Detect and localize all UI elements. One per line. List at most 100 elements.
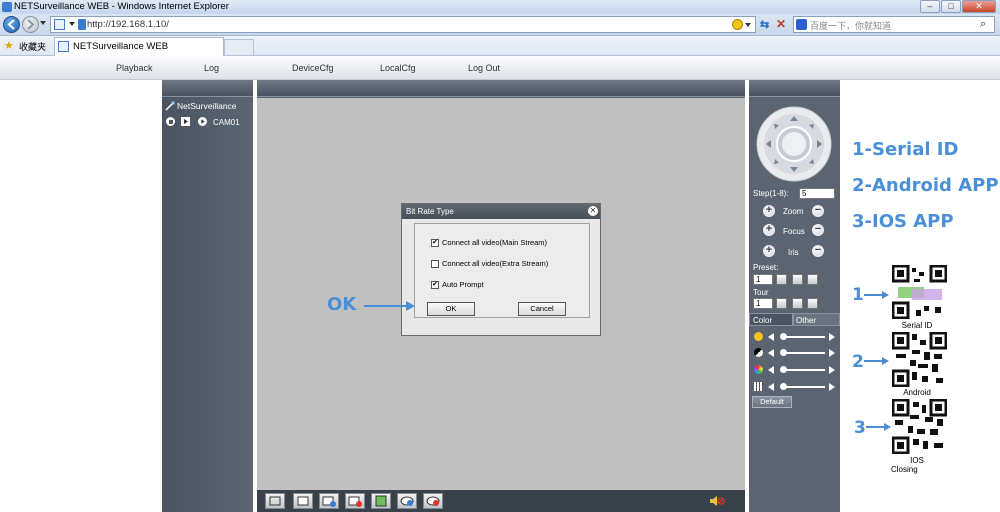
play-circle-icon[interactable] [198,117,207,126]
contrast-knob[interactable] [780,349,787,356]
address-bar[interactable]: http://192.168.1.10/ [50,16,756,33]
brightness-knob[interactable] [780,333,787,340]
iris-out-button[interactable]: − [812,245,824,257]
single-view-button[interactable] [293,493,313,509]
contrast-increase-icon[interactable] [829,349,835,357]
annotation-ios-app: 3-IOS APP [852,211,954,232]
address-toolbar: http://192.168.1.10/ ⇆ ✕ 百度一下，你就知道 ⌕ [0,14,1000,36]
device-root-label[interactable]: NetSurveillance [177,101,237,111]
hue-knob[interactable] [780,383,787,390]
cancel-button[interactable]: Cancel [518,302,566,316]
device-root-icon [165,101,175,111]
record-button[interactable] [345,493,365,509]
option-auto-prompt[interactable]: ✔ Auto Prompt [431,280,484,290]
search-input[interactable]: 百度一下，你就知道 ⌕ [793,16,995,33]
menu-localcfg[interactable]: LocalCfg [380,63,416,73]
new-tab-button[interactable] [224,39,254,55]
preset-set-button[interactable] [776,274,787,285]
tour-label: Tour [753,288,769,297]
brightness-slider[interactable] [781,336,825,338]
ok-button[interactable]: OK [427,302,475,316]
fullscreen-button[interactable] [265,493,285,509]
dialog-title: Bit Rate Type [406,207,454,216]
ptz-direction-pad[interactable] [756,106,832,182]
focus-in-button[interactable]: + [763,224,775,236]
zoom-in-button[interactable]: + [763,205,775,217]
forward-button[interactable] [22,16,39,33]
back-button[interactable] [3,16,20,33]
tour-input[interactable]: 1 [753,298,773,309]
menu-devicecfg[interactable]: DeviceCfg [292,63,334,73]
ie-logo-icon [2,2,12,12]
security-dropdown-icon[interactable] [745,23,751,27]
zoom-out-button[interactable]: − [812,205,824,217]
window-title: NETSurveillance WEB - Windows Internet E… [14,1,229,12]
hue-increase-icon[interactable] [829,383,835,391]
qr-caption-ios: IOS [910,456,924,465]
brightness-decrease-icon[interactable] [768,333,774,341]
maximize-button[interactable]: □ [941,0,961,13]
close-window-button[interactable]: ✕ [962,0,996,13]
tour-stop-button[interactable] [792,298,803,309]
option-extra-stream[interactable]: Connect all video(Extra Stream) [431,259,548,269]
favorites-star-icon[interactable]: ★ [4,39,14,52]
stop-icon[interactable]: ✕ [776,17,786,31]
checkbox-extra-stream[interactable] [431,260,439,269]
menu-logout[interactable]: Log Out [468,63,500,73]
preset-remove-button[interactable] [807,274,818,285]
address-dropdown-icon[interactable] [69,22,75,26]
preset-add-button[interactable] [792,274,803,285]
default-button[interactable]: Default [752,396,792,408]
option-main-stream[interactable]: ✔ Connect all video(Main Stream) [431,238,547,248]
tab-page-icon [58,41,69,52]
focus-out-button[interactable]: − [812,224,824,236]
quad-view-button[interactable] [319,493,339,509]
saturation-slider[interactable] [781,369,825,371]
snapshot-button[interactable] [371,493,391,509]
saturation-row [753,364,837,376]
page-icon [54,19,65,30]
camera-item[interactable]: CAM01 [213,118,240,127]
favorites-label[interactable]: 收藏夹 [19,40,46,53]
talk-button[interactable] [397,493,417,509]
stop-all-button[interactable] [423,493,443,509]
dialog-close-icon[interactable]: ✕ [588,206,598,216]
iris-in-button[interactable]: + [763,245,775,257]
refresh-icon[interactable]: ⇆ [760,18,769,31]
brightness-icon [754,332,763,341]
minimize-button[interactable]: – [920,0,940,13]
checkbox-main-stream[interactable]: ✔ [431,239,439,248]
tab-color[interactable]: Color [749,313,793,326]
preset-input[interactable]: 1 [753,274,773,285]
device-tree-header [162,80,253,97]
record-icon[interactable] [166,117,175,126]
option-auto-prompt-label: Auto Prompt [442,280,484,289]
dialog-content: ✔ Connect all video(Main Stream) Connect … [414,223,590,318]
menu-playback[interactable]: Playback [116,63,153,73]
qr-number-1: 1 [852,285,864,305]
ptz-panel: Step(1-8): 5 + Zoom − + Focus − + Iris −… [749,80,840,512]
hue-slider[interactable] [781,386,825,388]
menu-log[interactable]: Log [204,63,219,73]
url-text: http://192.168.1.10/ [87,19,169,30]
search-icon[interactable]: ⌕ [980,18,986,31]
hue-decrease-icon[interactable] [768,383,774,391]
saturation-knob[interactable] [780,366,787,373]
contrast-decrease-icon[interactable] [768,349,774,357]
tour-grid-button[interactable] [807,298,818,309]
contrast-slider[interactable] [781,352,825,354]
mute-icon[interactable] [709,495,725,507]
favorites-bar: ★ 收藏夹 NETSurveillance WEB [0,36,1000,56]
saturation-increase-icon[interactable] [829,366,835,374]
brightness-increase-icon[interactable] [829,333,835,341]
step-select[interactable]: 5 [799,188,835,199]
search-placeholder: 百度一下，你就知道 [810,21,892,31]
zoom-label: Zoom [783,207,804,216]
checkbox-auto-prompt[interactable]: ✔ [431,281,439,290]
saturation-decrease-icon[interactable] [768,366,774,374]
browser-tab-active[interactable]: NETSurveillance WEB [54,37,224,56]
tour-play-button[interactable] [776,298,787,309]
play-square-icon[interactable] [181,117,190,126]
tab-other[interactable]: Other [793,313,840,326]
history-dropdown-icon[interactable] [40,21,46,25]
